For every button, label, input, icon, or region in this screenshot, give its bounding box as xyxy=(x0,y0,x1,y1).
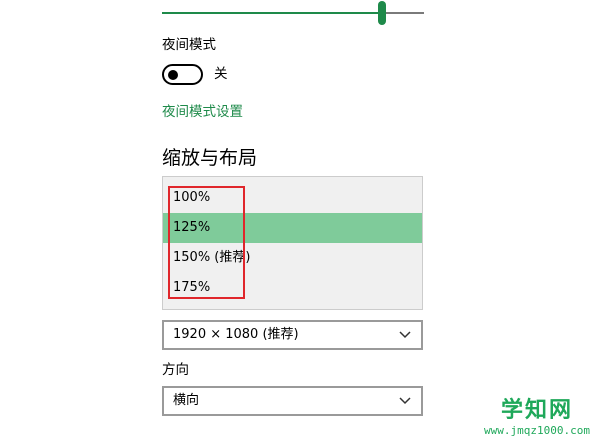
scale-option-125[interactable]: 125% xyxy=(163,213,422,243)
watermark-url: www.jmqz1000.com xyxy=(484,424,590,437)
night-mode-label: 夜间模式 xyxy=(162,37,216,53)
night-mode-toggle[interactable] xyxy=(162,64,203,85)
scale-option-label: 175% xyxy=(173,280,211,295)
watermark-title: 学知网 xyxy=(500,398,573,423)
night-mode-settings-link[interactable]: 夜间模式设置 xyxy=(162,103,243,121)
scale-option-100[interactable]: 100% xyxy=(163,183,422,213)
resolution-value: 1920 × 1080 (推荐) xyxy=(173,327,299,342)
site-watermark: 学知网 www.jmqz1000.com xyxy=(478,398,596,444)
scale-option-label: 150% (推荐) xyxy=(173,250,251,265)
orientation-label: 方向 xyxy=(162,362,189,378)
orientation-dropdown[interactable]: 横向 xyxy=(162,386,423,416)
scale-option-150[interactable]: 150% (推荐) xyxy=(163,243,422,273)
resolution-dropdown[interactable]: 1920 × 1080 (推荐) xyxy=(162,320,423,350)
brightness-slider-thumb[interactable] xyxy=(378,1,387,25)
chevron-down-icon xyxy=(399,397,411,405)
scale-option-label: 100% xyxy=(173,190,211,205)
brightness-slider-fill xyxy=(162,12,383,14)
chevron-down-icon xyxy=(399,331,411,339)
toggle-knob xyxy=(168,69,178,80)
orientation-value: 横向 xyxy=(173,393,200,408)
scale-options-list[interactable]: 100% 125% 150% (推荐) 175% xyxy=(162,176,423,310)
night-mode-toggle-state: 关 xyxy=(214,66,228,82)
scale-layout-title: 缩放与布局 xyxy=(162,147,258,169)
scale-option-label: 125% xyxy=(173,220,211,235)
scale-option-175[interactable]: 175% xyxy=(163,273,422,303)
